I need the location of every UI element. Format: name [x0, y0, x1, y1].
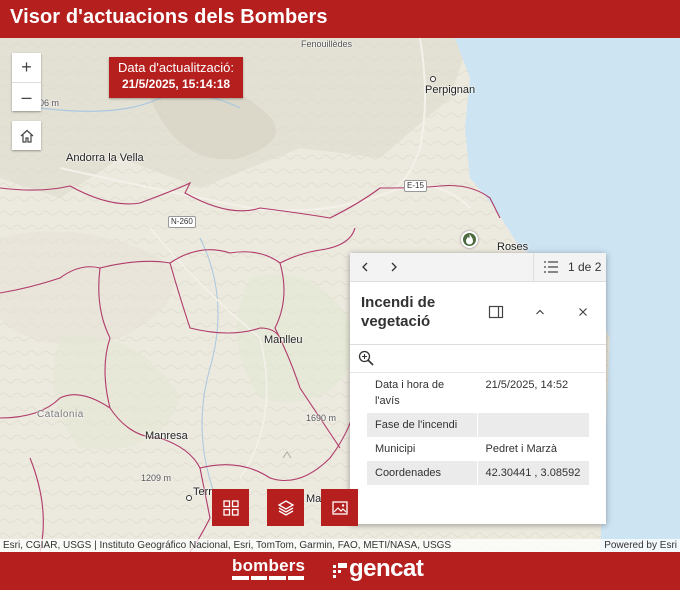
- place-elevation-1: 06 m: [39, 98, 60, 108]
- home-button[interactable]: [12, 121, 41, 150]
- place-elevation-2: 1690 m: [306, 413, 337, 423]
- feature-counter: 1 de 2: [568, 260, 602, 274]
- dock-button[interactable]: [486, 302, 506, 322]
- table-row: Data i hora de l'avís 21/5/2025, 14:52: [367, 373, 589, 413]
- place-terr: Terr: [193, 486, 212, 498]
- nav-separator: [533, 253, 534, 282]
- popup-divider: [350, 344, 606, 345]
- layers-button[interactable]: [267, 489, 304, 526]
- place-andorra: Andorra la Vella: [66, 152, 144, 164]
- bombers-logo: bombers: [232, 556, 306, 575]
- collapse-button[interactable]: [530, 302, 550, 322]
- dock-icon: [488, 305, 504, 319]
- layers-icon: [277, 499, 294, 516]
- feature-popup: 1 de 2 Incendi de vegetació Data i hora …: [350, 253, 606, 524]
- field-value: [477, 413, 589, 437]
- powered-by-esri-link[interactable]: Powered by Esri: [604, 540, 677, 551]
- home-icon: [20, 129, 33, 143]
- zoom-to-icon: [358, 350, 374, 366]
- app-title: Visor d'actuacions dels Bombers: [10, 6, 328, 28]
- close-button[interactable]: [573, 302, 593, 322]
- field-key: Coordenades: [367, 461, 478, 485]
- place-manresa: Manresa: [145, 430, 188, 442]
- table-row: Fase de l'incendi: [367, 413, 589, 437]
- zoom-out-button[interactable]: –: [12, 82, 41, 111]
- next-feature-button[interactable]: [386, 259, 402, 275]
- list-icon: [544, 261, 558, 273]
- fire-marker[interactable]: [461, 231, 478, 248]
- place-manlleu: Manlleu: [264, 334, 303, 346]
- map-attribution: Esri, CGIAR, USGS | Instituto Geográfico…: [0, 539, 680, 552]
- chevron-left-icon: [362, 262, 368, 272]
- field-value: 42.30441 , 3.08592: [477, 461, 589, 485]
- field-value: 21/5/2025, 14:52: [485, 379, 569, 391]
- popup-navigation: 1 de 2: [350, 253, 606, 282]
- grid-icon: [222, 499, 239, 516]
- fire-icon: [466, 234, 473, 245]
- zoom-to-button[interactable]: [357, 349, 375, 367]
- zoom-in-button[interactable]: +: [12, 53, 41, 82]
- field-key: Municipi: [367, 437, 478, 461]
- place-ma: Ma: [306, 493, 322, 505]
- previous-feature-button[interactable]: [357, 259, 373, 275]
- app-header: Visor d'actuacions dels Bombers: [0, 0, 680, 38]
- collapse-icon: [536, 309, 544, 315]
- place-roses: Roses: [497, 241, 529, 253]
- chevron-right-icon: [391, 262, 397, 272]
- basemap-gallery-button[interactable]: [212, 489, 249, 526]
- city-dot-perpignan: [430, 76, 436, 82]
- app-footer: bombers gencat: [0, 552, 680, 590]
- road-n260: N-260: [168, 216, 196, 228]
- table-row: Municipi Pedret i Marzà: [367, 437, 589, 461]
- image-button[interactable]: [321, 489, 358, 526]
- update-badge: Data d'actualització: 21/5/2025, 15:14:1…: [109, 57, 243, 98]
- gencat-mark-icon: [333, 563, 347, 578]
- field-key: Fase de l'incendi: [367, 413, 478, 437]
- gencat-logo-text: gencat: [349, 555, 424, 582]
- table-row: Coordenades 42.30441 , 3.08592: [367, 461, 589, 485]
- city-dot-terr: [186, 495, 192, 501]
- bombers-logo-bars: [232, 576, 306, 580]
- attribute-table: Data i hora de l'avís 21/5/2025, 14:52 F…: [367, 373, 589, 485]
- place-catalonia: Catalonia: [37, 409, 84, 420]
- attribution-text: Esri, CGIAR, USGS | Instituto Geográfico…: [3, 540, 452, 551]
- image-icon: [331, 500, 348, 515]
- field-key: Data i hora de l'avís: [367, 373, 478, 413]
- feature-list-button[interactable]: [541, 258, 561, 276]
- close-icon: [579, 308, 587, 316]
- field-value: Pedret i Marzà: [485, 443, 558, 455]
- road-e15: E-15: [404, 180, 427, 192]
- place-elevation-3: 1209 m: [141, 473, 172, 483]
- update-timestamp: 21/5/2025, 15:14:18: [121, 77, 231, 91]
- place-perpignan: Perpignan: [425, 84, 476, 96]
- zoom-control: + –: [12, 53, 41, 111]
- update-label: Data d'actualització:: [118, 60, 234, 75]
- place-fenouilledes: Fenouillèdes: [301, 39, 353, 49]
- popup-title: Incendi de vegetació: [361, 294, 436, 330]
